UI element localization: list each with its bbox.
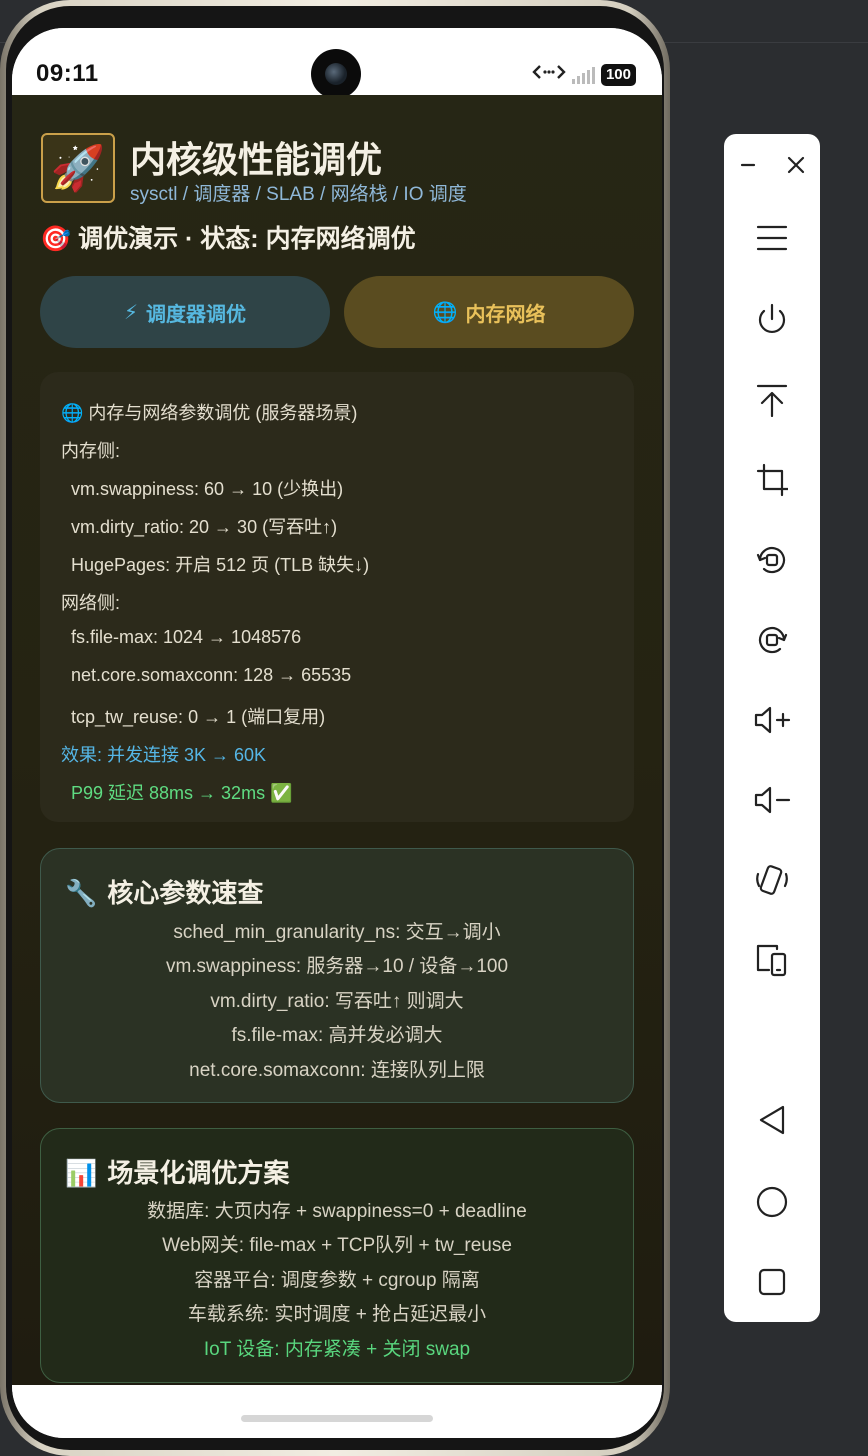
front-camera [311,49,361,99]
scenario-card: 📊 场景化调优方案 数据库: 大页内存 + swappiness=0 + dead… [40,1128,634,1383]
page-subtitle: sysctl / 调度器 / SLAB / 网络栈 / IO 调度 [130,184,467,205]
fold-icon[interactable] [724,940,820,980]
status-time: 09:11 [36,60,99,87]
rotate-left-icon[interactable] [724,540,820,580]
status-bar: 09:11 100 [12,28,662,99]
scenario-row: 容器平台: 调度参数 + cgroup 隔离 [194,1270,480,1291]
output-success-line: P99 延迟 88ms → 32ms ✅ [61,783,293,803]
output-line: vm.dirty_ratio: 20 → 30 (写吞吐↑) [61,517,338,537]
params-title-text: 核心参数速查 [107,878,264,908]
gesture-bar [12,1385,662,1438]
output-line: tcp_tw_reuse: 0 → 1 (端口复用) [61,707,326,727]
phone-screen: 09:11 100 🚀 内核级性能调优 sysctl / 调度器 / SLAB … [12,28,662,1438]
target-icon: 🎯 [40,225,72,253]
output-line: fs.file-max: 1024 → 1048576 [61,627,302,647]
home-icon[interactable] [724,1182,820,1222]
output-result-line: 效果: 并发连接 3K → 60K [61,745,267,765]
params-row: net.core.somaxconn: 连接队列上限 [189,1060,485,1081]
app-content: 🚀 内核级性能调优 sysctl / 调度器 / SLAB / 网络栈 / IO… [12,95,662,1385]
data-transfer-icon [532,62,566,87]
params-row: vm.dirty_ratio: 写吞吐↑ 则调大 [210,991,464,1012]
crop-icon[interactable] [724,460,820,500]
volume-down-icon[interactable] [724,780,820,820]
minimize-icon[interactable] [724,150,772,180]
scenario-card-title: 📊 场景化调优方案 [65,1153,289,1190]
tab-scheduler-tuning[interactable]: ⚡ 调度器调优 [40,276,330,348]
power-icon[interactable] [724,300,820,340]
tab-label: 调度器调优 [146,303,247,326]
params-row: vm.swappiness: 服务器→10 / 设备→100 [165,956,509,977]
output-line: 内存侧: [61,441,121,461]
rotate-right-icon[interactable] [724,620,820,660]
tab-memory-network[interactable]: 🌐 内存网络 [344,276,634,348]
output-line: 🌐 内存与网络参数调优 (服务器场景) [61,403,358,423]
back-icon[interactable] [724,1100,820,1140]
output-line: vm.swappiness: 60 → 10 (少换出) [61,479,344,499]
rocket-icon: 🚀 [41,133,115,203]
menu-icon[interactable] [724,218,820,258]
battery-indicator: 100 [600,63,636,86]
scenario-row: Web网关: file-max + TCP队列 + tw_reuse [162,1235,512,1256]
lightning-icon: ⚡ [123,301,139,324]
output-panel: 🌐 内存与网络参数调优 (服务器场景) 内存侧: vm.swappiness: … [40,372,634,822]
home-gesture-handle[interactable] [241,1415,433,1422]
params-card-title: 🔧 核心参数速查 [65,873,263,910]
demo-status: 🎯 调优演示 · 状态: 内存网络调优 [40,219,416,255]
overview-icon[interactable] [724,1262,820,1302]
output-line: HugePages: 开启 512 页 (TLB 缺失↓) [61,555,370,575]
shake-icon[interactable] [724,860,820,900]
volume-up-icon[interactable] [724,700,820,740]
scenario-row: IoT 设备: 内存紧凑 + 关闭 swap [203,1339,471,1360]
output-line: net.core.somaxconn: 128 → 65535 [61,665,352,685]
tab-label: 内存网络 [465,303,546,326]
demo-status-text: 调优演示 · 状态: 内存网络调优 [78,225,416,253]
status-icons: 100 [532,62,636,87]
close-icon[interactable] [772,150,820,180]
globe-icon: 🌐 [432,301,458,324]
signal-bars-icon [571,66,595,84]
emulator-toolbar [724,134,820,1322]
params-card: 🔧 核心参数速查 sched_min_granularity_ns: 交互→调小 … [40,848,634,1103]
scenario-row: 车载系统: 实时调度 + 抢占延迟最小 [187,1304,487,1325]
output-line: 网络侧: [61,593,121,613]
scenario-title-text: 场景化调优方案 [107,1158,290,1188]
params-row: sched_min_granularity_ns: 交互→调小 [173,922,501,943]
wrench-icon: 🔧 [65,878,98,908]
pin-top-icon[interactable] [724,380,820,420]
bar-chart-icon: 📊 [65,1158,98,1188]
scenario-row: 数据库: 大页内存 + swappiness=0 + deadline [147,1201,527,1222]
page-title: 内核级性能调优 [130,139,383,180]
params-row: fs.file-max: 高并发必调大 [231,1025,443,1046]
